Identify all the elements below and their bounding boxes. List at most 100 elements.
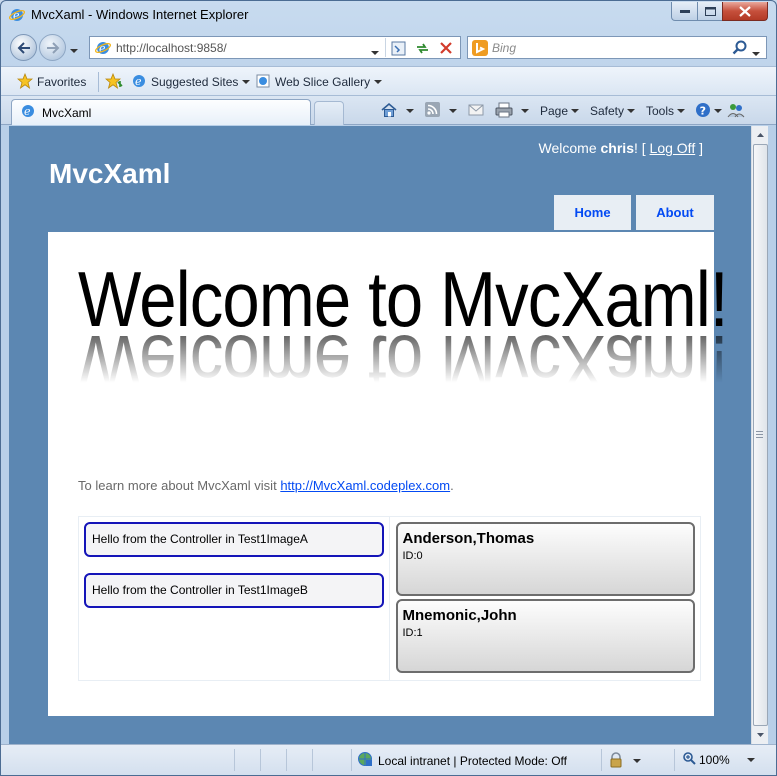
home-icon xyxy=(381,102,397,121)
search-box[interactable]: Bing xyxy=(467,36,767,59)
scroll-up-icon[interactable] xyxy=(753,127,768,143)
log-off-link[interactable]: Log Off xyxy=(650,140,696,156)
chevron-down-icon xyxy=(449,109,457,113)
maximize-button[interactable] xyxy=(697,2,723,21)
close-button[interactable] xyxy=(722,2,768,21)
menu-home-link[interactable]: Home xyxy=(554,195,631,230)
recent-pages-dropdown[interactable] xyxy=(70,42,80,53)
hero-banner: Welcome to MvcXaml! Welcome to MvcXaml! xyxy=(72,260,729,440)
web-slice-gallery-link[interactable]: Web Slice Gallery xyxy=(255,73,383,92)
title-bar: e MvcXaml - Windows Internet Explorer xyxy=(1,1,776,29)
content-grid: Hello from the Controller in Test1ImageA… xyxy=(78,516,701,681)
svg-text:e: e xyxy=(24,105,31,118)
safety-menu[interactable]: Safety xyxy=(590,102,636,120)
favorites-label: Favorites xyxy=(37,75,87,89)
chevron-down-icon xyxy=(627,109,636,113)
home-toolbar-button[interactable] xyxy=(381,102,414,120)
person-id: ID:1 xyxy=(402,627,423,639)
rss-icon xyxy=(425,102,440,120)
welcome-prefix: Welcome xyxy=(538,140,597,156)
safety-menu-label: Safety xyxy=(590,104,625,118)
divider xyxy=(312,749,313,771)
chevron-down-icon xyxy=(374,80,383,84)
address-bar[interactable]: e http://localhost:9858/ xyxy=(89,36,461,59)
web-slice-icon xyxy=(255,73,271,92)
tab-bar: e MvcXaml Page Safety Tools ? xyxy=(1,96,776,125)
protected-mode-button[interactable] xyxy=(608,751,641,770)
learn-more-prefix: To learn more about MvcXaml visit xyxy=(78,478,277,493)
suggested-sites-label: Suggested Sites xyxy=(151,75,239,89)
learn-more-suffix: . xyxy=(450,478,454,493)
help-menu[interactable]: ? xyxy=(695,102,722,120)
divider xyxy=(286,749,287,771)
divider xyxy=(601,749,602,771)
address-dropdown[interactable] xyxy=(371,44,379,58)
learn-more-text: To learn more about MvcXaml visit http:/… xyxy=(78,478,454,493)
chevron-down-icon xyxy=(633,759,641,763)
chevron-down-icon xyxy=(371,51,379,55)
page-viewport: Welcome chris! [ Log Off ] MvcXaml Home … xyxy=(9,126,751,744)
chevron-down-icon xyxy=(70,49,78,53)
menu-about-link[interactable]: About xyxy=(636,195,714,230)
minimize-button[interactable] xyxy=(671,2,698,21)
chevron-down-icon xyxy=(677,109,686,113)
chevron-down-icon xyxy=(571,109,580,113)
site-title: MvcXaml xyxy=(49,158,171,189)
codeplex-link[interactable]: http://MvcXaml.codeplex.com xyxy=(280,478,450,493)
refresh-icon[interactable] xyxy=(413,39,431,57)
scroll-down-icon[interactable] xyxy=(753,727,768,743)
divider xyxy=(674,749,675,771)
person-name: Mnemonic,John xyxy=(402,607,517,624)
favorites-bar: Favorites e Suggested Sites Web Slice Ga… xyxy=(1,66,776,96)
chevron-down-icon xyxy=(714,109,722,113)
divider xyxy=(385,38,386,57)
stop-icon[interactable] xyxy=(437,39,455,57)
zoom-level: 100% xyxy=(699,752,730,767)
read-mail-button[interactable] xyxy=(468,102,484,120)
messages-column: Hello from the Controller in Test1ImageA… xyxy=(79,517,390,680)
favorites-button[interactable]: Favorites xyxy=(16,72,87,92)
suggested-sites-link[interactable]: e Suggested Sites xyxy=(131,73,251,92)
ie-icon: e xyxy=(20,103,36,122)
person-id: ID:0 xyxy=(402,550,423,562)
compatibility-view-icon[interactable] xyxy=(389,39,407,57)
add-favorite-icon xyxy=(104,72,123,92)
svg-text:?: ? xyxy=(700,104,706,117)
new-tab-button[interactable] xyxy=(314,101,344,125)
zoom-control[interactable]: 100% xyxy=(682,751,755,768)
research-button[interactable] xyxy=(727,102,745,120)
tools-menu[interactable]: Tools xyxy=(646,102,686,120)
status-bar: Local intranet | Protected Mode: Off 100… xyxy=(1,744,776,775)
intranet-globe-icon xyxy=(357,751,373,770)
chevron-down-icon xyxy=(406,109,414,113)
print-toolbar-button[interactable] xyxy=(495,102,529,120)
chevron-down-icon xyxy=(242,80,251,84)
vertical-scrollbar[interactable] xyxy=(751,126,768,744)
back-button[interactable] xyxy=(10,34,37,61)
help-icon: ? xyxy=(695,102,711,121)
forward-button[interactable] xyxy=(39,34,66,61)
person-name: Anderson,Thomas xyxy=(402,530,535,547)
mail-icon xyxy=(468,103,484,120)
add-to-favorites-bar-button[interactable] xyxy=(104,72,123,92)
chevron-down-icon xyxy=(746,757,755,762)
message-box: Hello from the Controller in Test1ImageA xyxy=(84,522,384,557)
divider xyxy=(234,749,235,771)
search-placeholder[interactable]: Bing xyxy=(492,41,516,55)
main-menu: Home About xyxy=(554,195,714,230)
divider xyxy=(351,749,352,771)
tab-mvcxaml[interactable]: e MvcXaml xyxy=(11,99,311,125)
bing-icon xyxy=(472,40,488,56)
person-card: Mnemonic,John ID:1 xyxy=(395,599,695,673)
star-icon xyxy=(16,72,34,92)
ie-icon: e xyxy=(131,73,147,92)
search-icon[interactable] xyxy=(732,40,747,58)
scroll-grip-icon xyxy=(756,431,763,438)
page-menu-label: Page xyxy=(540,104,569,118)
page-menu[interactable]: Page xyxy=(540,102,580,120)
message-box: Hello from the Controller in Test1ImageB xyxy=(84,573,384,608)
security-zone[interactable]: Local intranet | Protected Mode: Off xyxy=(357,751,567,770)
search-options-dropdown[interactable] xyxy=(752,45,760,59)
feeds-toolbar-button[interactable] xyxy=(425,102,457,120)
address-input[interactable]: http://localhost:9858/ xyxy=(116,41,227,55)
